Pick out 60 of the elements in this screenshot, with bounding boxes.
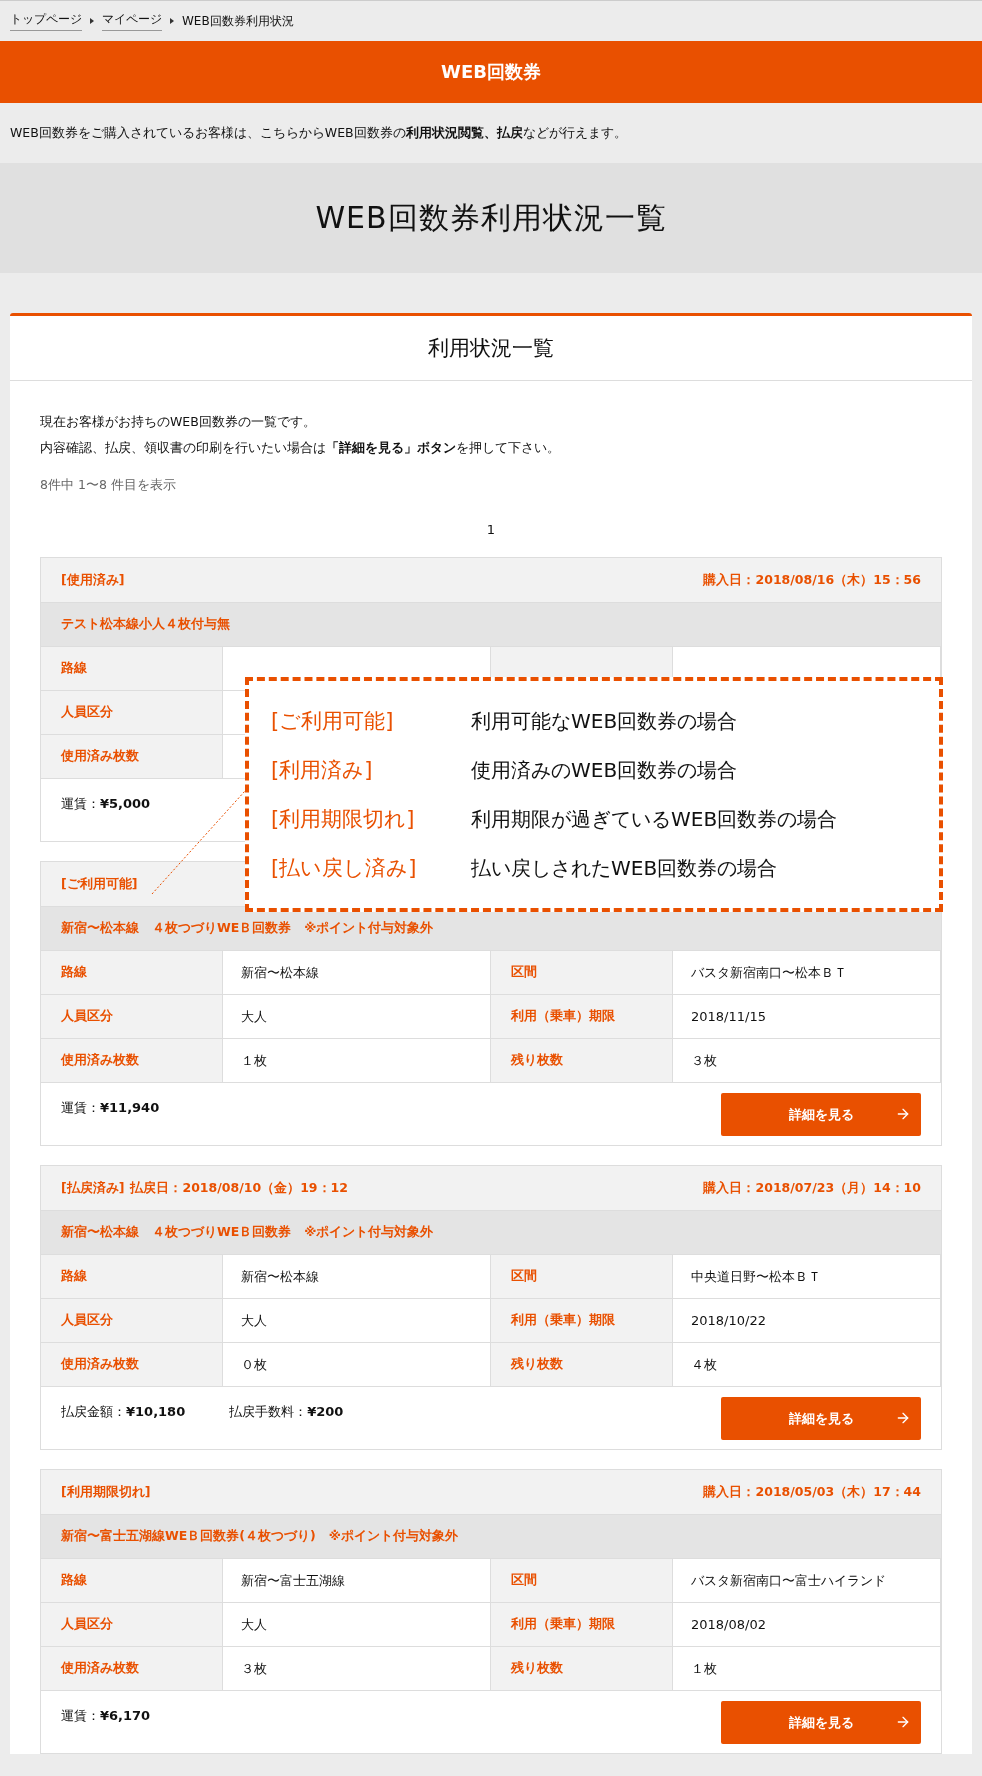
breadcrumb-link[interactable]: トップページ xyxy=(10,11,82,31)
page-title: WEB回数券利用状況一覧 xyxy=(315,198,667,237)
label-cell: 路線 xyxy=(41,1559,223,1602)
amount-text: 払戻金額：¥10,180 xyxy=(61,1403,186,1421)
ticket-status: [ご利用可能] xyxy=(61,875,138,893)
ticket-name: 新宿〜富士五湖線WEＢ回数券(４枚つづり) ※ポイント付与対象外 xyxy=(41,1515,941,1559)
label-cell: 使用済み枚数 xyxy=(41,1039,223,1082)
legend-description: 利用期限が過ぎているWEB回数券の場合 xyxy=(471,806,839,833)
legend-term: [利用期限切れ] xyxy=(271,806,416,833)
legend-description: 使用済みのWEB回数券の場合 xyxy=(471,757,739,784)
banner-title: WEB回数券 xyxy=(441,60,541,84)
legend-term: [利用済み] xyxy=(271,757,374,784)
label-cell: 区間 xyxy=(491,1559,673,1602)
amount-text: 運賃：¥5,000 xyxy=(61,795,151,813)
label-cell: 残り枚数 xyxy=(491,1647,673,1690)
description-text: 現在お客様がお持ちのWEB回数券の一覧です。 xyxy=(40,413,317,431)
details-button[interactable]: 詳細を見る xyxy=(721,1397,921,1440)
label-cell: 使用済み枚数 xyxy=(41,1343,223,1386)
label-cell: 路線 xyxy=(41,647,223,690)
label-cell: 残り枚数 xyxy=(491,1343,673,1386)
label-cell: 人員区分 xyxy=(41,691,223,734)
label-cell: 路線 xyxy=(41,951,223,994)
breadcrumb-current: WEB回数券利用状況 xyxy=(182,12,294,30)
amount-text: 運賃：¥11,940 xyxy=(61,1099,160,1117)
legend-description: 払い戻しされたWEB回数券の場合 xyxy=(471,855,779,882)
ticket-status: [利用期限切れ] xyxy=(61,1483,151,1501)
legend-term: [ご利用可能] xyxy=(271,708,395,735)
ticket-name: テスト松本線小人４枚付与無 xyxy=(41,603,941,647)
purchase-date: 購入日：2018/08/16（木）15：56 xyxy=(703,571,921,589)
label-cell: 利用（乗車）期限 xyxy=(491,1299,673,1342)
ticket-status: [使用済み] xyxy=(61,571,125,589)
panel-title: 利用状況一覧 xyxy=(428,335,554,362)
label-cell: 人員区分 xyxy=(41,1603,223,1646)
details-button[interactable]: 詳細を見る xyxy=(721,1093,921,1136)
amount-text: 払戻手数料：¥200 xyxy=(229,1403,344,1421)
legend-term: [払い戻し済み] xyxy=(271,855,418,882)
label-cell: 人員区分 xyxy=(41,995,223,1038)
label-cell: 使用済み枚数 xyxy=(41,735,223,778)
label-cell: 区間 xyxy=(491,951,673,994)
ticket-name: 新宿〜松本線 ４枚つづりWEＢ回数券 ※ポイント付与対象外 xyxy=(41,907,941,951)
purchase-date: 購入日：2018/07/23（月）14：10 xyxy=(703,1179,921,1197)
legend-description: 利用可能なWEB回数券の場合 xyxy=(471,708,739,735)
label-cell: 利用（乗車）期限 xyxy=(491,1603,673,1646)
purchase-date: 購入日：2018/05/03（木）17：44 xyxy=(703,1483,921,1501)
label-cell: 残り枚数 xyxy=(491,1039,673,1082)
result-count: 8件中 1〜8 件目を表示 xyxy=(40,477,177,494)
label-cell: 利用（乗車）期限 xyxy=(491,995,673,1038)
ticket-status: [払戻済み] xyxy=(61,1179,125,1197)
label-cell: 区間 xyxy=(491,1255,673,1298)
label-cell: 人員区分 xyxy=(41,1299,223,1342)
description-text: 内容確認、払戻、領収書の印刷を行いたい場合は「詳細を見る」ボタンを押して下さい。 xyxy=(40,439,561,457)
details-button[interactable]: 詳細を見る xyxy=(721,1701,921,1744)
page-number[interactable]: 1 xyxy=(486,522,496,537)
amount-text: 運賃：¥6,170 xyxy=(61,1707,151,1725)
refund-date: 払戻日：2018/08/10（金）19：12 xyxy=(130,1179,348,1197)
intro-text: WEB回数券をご購入されているお客様は、こちらからWEB回数券の利用状況閲覧、払戻などが行えます。 xyxy=(9,123,628,142)
label-cell: 使用済み枚数 xyxy=(41,1647,223,1690)
breadcrumb-link[interactable]: マイページ xyxy=(102,11,162,31)
label-cell: 路線 xyxy=(41,1255,223,1298)
ticket-name: 新宿〜松本線 ４枚つづりWEＢ回数券 ※ポイント付与対象外 xyxy=(41,1211,941,1255)
